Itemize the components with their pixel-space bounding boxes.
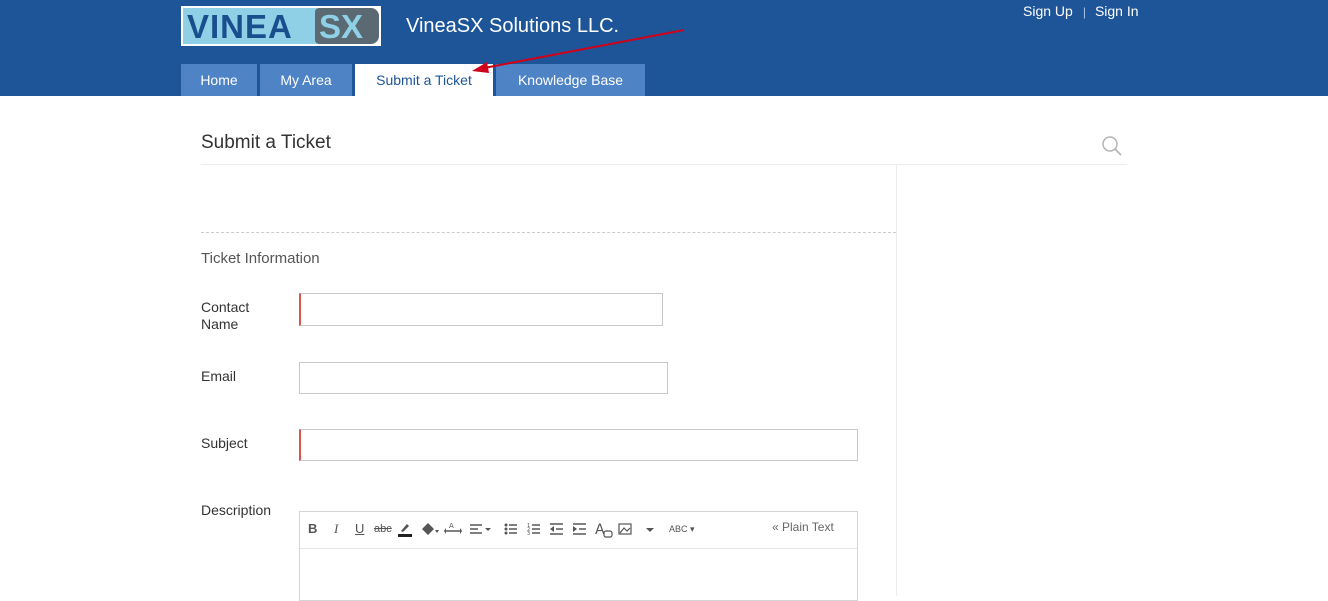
search-icon[interactable] [1101,135,1123,162]
section-title: Ticket Information [201,250,320,267]
clear-format-icon[interactable]: A [595,521,615,543]
background-color-icon[interactable] [420,521,440,541]
title-divider [201,164,1127,165]
font-color-icon[interactable] [397,521,413,541]
image-icon[interactable] [618,521,632,541]
annotation-arrow [472,29,685,73]
more-dropdown-icon[interactable] [644,521,656,541]
italic-icon[interactable]: I [334,521,338,537]
text-direction-icon[interactable]: A [444,521,462,541]
plain-text-toggle[interactable]: « Plain Text [772,520,834,534]
email-input[interactable] [299,362,668,394]
spellcheck-label: ABC [669,524,688,534]
bold-icon[interactable]: B [308,521,317,537]
email-label: Email [201,368,237,384]
description-label: Description [201,502,272,518]
align-icon[interactable] [469,521,493,541]
page-title: Submit a Ticket [201,132,331,153]
contact-name-label: Contact Name [201,299,250,332]
subject-input[interactable] [299,429,858,461]
underline-icon[interactable]: U [355,521,364,537]
bullet-list-icon[interactable] [504,521,518,541]
numbered-list-icon[interactable]: 123 [527,521,541,541]
outdent-icon[interactable] [550,521,564,541]
description-editor[interactable]: B I U abc A 123 A ABC ▾ « Plain Text [299,511,858,601]
svg-text:A: A [449,522,454,530]
contact-name-input[interactable] [299,293,663,326]
svg-text:3: 3 [527,531,530,537]
subject-label: Subject [201,435,248,451]
spellcheck-icon[interactable]: ABC ▾ [669,521,695,537]
sidebar-divider [896,165,897,596]
editor-toolbar: B I U abc A 123 A ABC ▾ « Plain Text [300,512,857,549]
section-divider [201,232,896,233]
strikethrough-icon[interactable]: abc [374,521,392,537]
indent-icon[interactable] [573,521,587,541]
